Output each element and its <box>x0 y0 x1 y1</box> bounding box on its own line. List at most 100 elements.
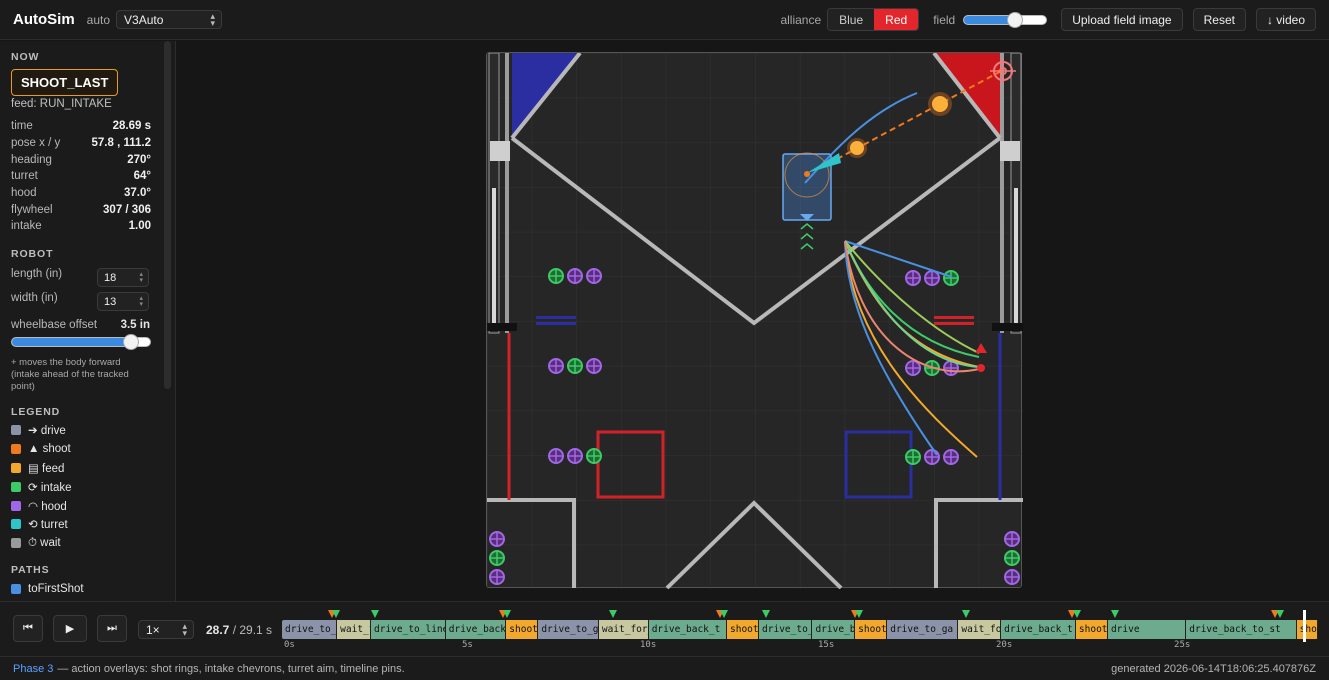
game-piece <box>489 550 505 566</box>
color-swatch <box>11 538 21 549</box>
legend-label: ▲ shoot <box>28 443 71 456</box>
legend-label: ▤ feed <box>28 462 65 475</box>
alliance-blue-button[interactable]: Blue <box>828 9 875 30</box>
telemetry-key: heading <box>11 153 52 166</box>
generated-timestamp: generated 2026-06-14T18:06:25.407876Z <box>1111 662 1316 675</box>
timeline-tick-label: 20s <box>996 640 1013 650</box>
field-slider-handle[interactable] <box>1006 11 1023 28</box>
telemetry-list: time 28.69 s pose x / y 57.8 , 111.2 headi… <box>11 118 151 235</box>
current-time: 28.7 <box>206 623 230 637</box>
field-canvas[interactable] <box>486 51 1023 590</box>
telemetry-value: 37.0° <box>124 187 151 200</box>
legend-item[interactable]: ➔ drive <box>11 421 151 440</box>
color-swatch <box>11 584 21 595</box>
legend-item[interactable]: ⟳ intake <box>11 477 151 496</box>
width-label: width (in) <box>11 292 58 304</box>
time-readout: 28.7 / 29.1 s <box>206 623 272 637</box>
game-piece <box>489 531 505 547</box>
alliance-red-button[interactable]: Red <box>874 9 919 30</box>
telemetry-key: flywheel <box>11 203 53 216</box>
game-piece <box>905 270 921 286</box>
telemetry-row: hood 37.0° <box>11 185 151 202</box>
game-piece <box>548 268 564 284</box>
timeline-tick-label: 25s <box>1174 640 1191 650</box>
wheelbase-slider-fill <box>12 338 131 346</box>
telemetry-value: 1.00 <box>128 220 151 233</box>
telemetry-key: pose x / y <box>11 137 61 150</box>
video-download-button[interactable]: ↓ video <box>1255 8 1316 31</box>
telemetry-key: time <box>11 120 33 133</box>
auto-select-value: V3Auto <box>124 12 164 27</box>
game-piece <box>924 449 940 465</box>
play-icon: ▶ <box>65 623 75 635</box>
field-opacity-slider[interactable] <box>963 11 1048 28</box>
game-piece <box>586 358 602 374</box>
skip-back-icon: ⏮ <box>23 622 33 634</box>
field-label: field <box>933 12 956 27</box>
timeline-tick-label: 0s <box>284 640 295 650</box>
skip-forward-icon: ⏭ <box>107 622 117 634</box>
game-piece <box>567 358 583 374</box>
game-piece <box>548 448 564 464</box>
total-time: / 29.1 s <box>232 623 273 637</box>
wheelbase-slider[interactable] <box>11 334 151 350</box>
legend-label: ◠ hood <box>28 500 67 513</box>
game-piece <box>1004 531 1020 547</box>
legend-item[interactable]: ▲ shoot <box>11 440 151 459</box>
wheelbase-slider-handle[interactable] <box>123 334 139 350</box>
skip-back-button[interactable]: ⏮ <box>13 615 43 642</box>
telemetry-value: 307 / 306 <box>103 203 151 216</box>
legend-section-title: LEGEND <box>11 406 61 418</box>
telemetry-value: 270° <box>127 153 151 166</box>
length-input[interactable]: 18 ▴ ▾ <box>97 268 149 287</box>
game-piece <box>943 270 959 286</box>
width-input-value: 13 <box>104 296 117 308</box>
legend-label: ⟳ intake <box>28 481 72 494</box>
telemetry-row: pose x / y 57.8 , 111.2 <box>11 135 151 152</box>
legend-label: ⏱ wait <box>28 536 61 549</box>
game-piece <box>905 360 921 376</box>
length-label: length (in) <box>11 268 63 280</box>
telemetry-row: heading 270° <box>11 151 151 168</box>
reset-button[interactable]: Reset <box>1192 8 1246 31</box>
paths-list: toFirstShot <box>11 580 151 599</box>
width-input[interactable]: 13 ▴ ▾ <box>97 292 149 311</box>
top-bar: AutoSim auto V3Auto ▴ ▾ alliance Blue Red… <box>0 0 1329 40</box>
timeline-tick-label: 15s <box>818 640 835 650</box>
legend-item[interactable]: ⟲ turret <box>11 515 151 534</box>
wheelbase-note: + moves the body forward (intake ahead o… <box>11 357 129 392</box>
game-piece <box>1004 569 1020 585</box>
telemetry-row: time 28.69 s <box>11 118 151 135</box>
color-swatch <box>11 519 21 530</box>
path-item[interactable]: toFirstShot <box>11 580 151 599</box>
feed-status: feed: RUN_INTAKE <box>11 98 112 110</box>
mode-label: auto <box>86 12 111 27</box>
telemetry-key: hood <box>11 187 37 200</box>
legend-item[interactable]: ▤ feed <box>11 459 151 478</box>
auto-select[interactable]: V3Auto ▴ ▾ <box>116 10 223 29</box>
timeline-tick-label: 10s <box>640 640 657 650</box>
red-marker <box>934 322 974 325</box>
game-piece <box>489 569 505 585</box>
telemetry-row: flywheel 307 / 306 <box>11 201 151 218</box>
path-label: toFirstShot <box>28 583 84 596</box>
color-swatch <box>11 425 21 436</box>
game-piece <box>567 268 583 284</box>
telemetry-key: intake <box>11 220 42 233</box>
speed-select[interactable]: 1× ▴ ▾ <box>138 620 194 639</box>
upload-field-image-button[interactable]: Upload field image <box>1061 8 1183 31</box>
timeline-playhead[interactable] <box>1303 610 1307 642</box>
color-swatch <box>11 481 21 492</box>
telemetry-row: turret 64° <box>11 168 151 185</box>
color-swatch <box>11 500 21 511</box>
skip-forward-button[interactable]: ⏭ <box>97 615 127 642</box>
game-piece <box>567 448 583 464</box>
red-marker <box>934 316 974 319</box>
play-button[interactable]: ▶ <box>53 615 87 642</box>
legend-label: ⟲ turret <box>28 519 68 532</box>
sidebar-scrollbar[interactable] <box>164 41 171 389</box>
length-input-value: 18 <box>104 272 117 284</box>
game-piece <box>924 270 940 286</box>
legend-item[interactable]: ◠ hood <box>11 496 151 515</box>
legend-item[interactable]: ⏱ wait <box>11 534 151 553</box>
